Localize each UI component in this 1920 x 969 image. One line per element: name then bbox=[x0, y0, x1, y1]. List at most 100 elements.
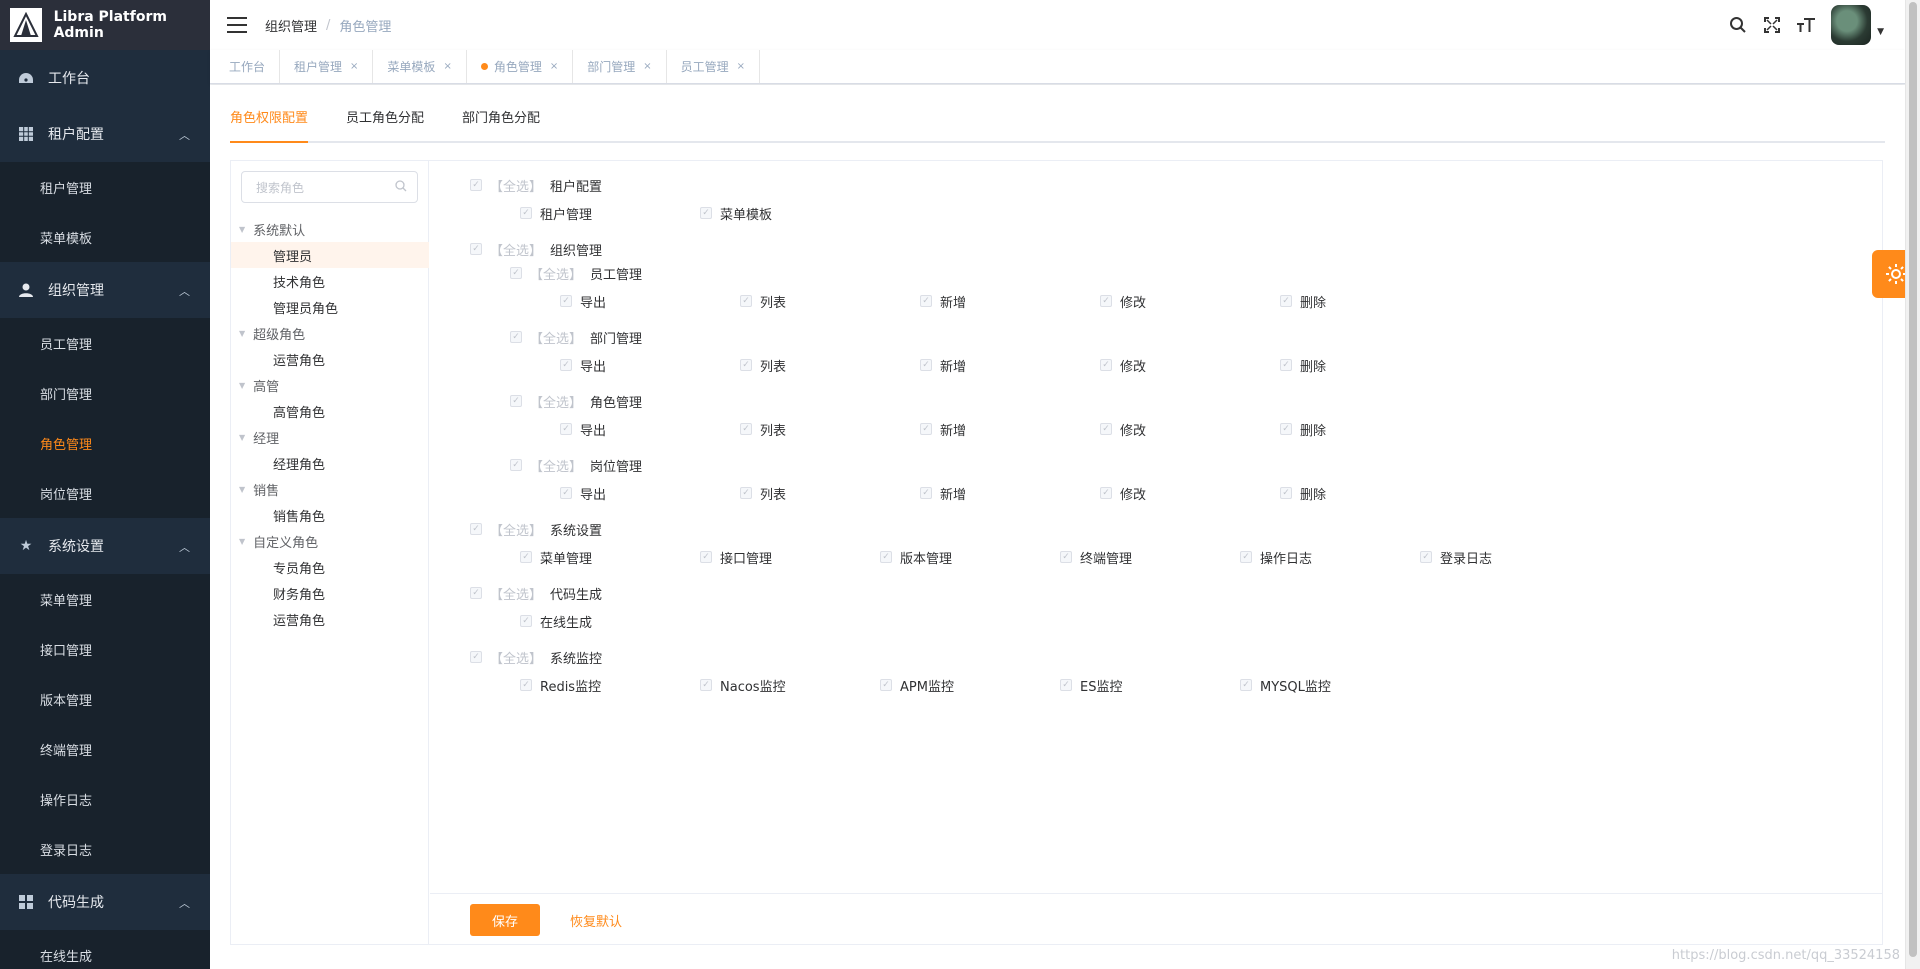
checkbox[interactable]: ✓ bbox=[1280, 359, 1292, 371]
checkbox[interactable]: ✓ bbox=[560, 423, 572, 435]
checkbox[interactable]: ✓ bbox=[920, 423, 932, 435]
checkbox[interactable]: ✓ bbox=[560, 295, 572, 307]
checkbox[interactable]: ✓ bbox=[520, 551, 532, 563]
tag-dashboard[interactable]: 工作台 bbox=[215, 50, 281, 83]
fullscreen-icon[interactable] bbox=[1761, 14, 1783, 36]
sidebar-item-position[interactable]: 岗位管理 bbox=[0, 468, 210, 518]
sidebar-group-system[interactable]: ★ 系统设置 ︿ bbox=[0, 518, 210, 574]
checkbox[interactable]: ✓ bbox=[920, 295, 932, 307]
hamburger-icon[interactable] bbox=[227, 17, 247, 33]
checkbox[interactable]: ✓ bbox=[520, 679, 532, 691]
permission-item[interactable]: ✓ 修改 bbox=[1100, 483, 1146, 503]
sidebar-item-role[interactable]: 角色管理 bbox=[0, 418, 210, 468]
tree-node-group[interactable]: ▼ 超级角色 bbox=[231, 320, 429, 346]
sidebar-item-operation-log[interactable]: 操作日志 bbox=[0, 774, 210, 824]
sidebar-item-online-gen[interactable]: 在线生成 bbox=[0, 930, 210, 969]
checkbox[interactable]: ✓ bbox=[1240, 551, 1252, 563]
permission-group[interactable]: ✓ 【全选】 组织管理 bbox=[470, 239, 602, 259]
permission-item[interactable]: ✓ ES监控 bbox=[1060, 675, 1122, 695]
permission-item[interactable]: ✓ APM监控 bbox=[880, 675, 954, 695]
close-icon[interactable]: × bbox=[443, 61, 451, 72]
sidebar-item-employee[interactable]: 员工管理 bbox=[0, 318, 210, 368]
checkbox[interactable]: ✓ bbox=[510, 331, 522, 343]
checkbox[interactable]: ✓ bbox=[1060, 679, 1072, 691]
permission-subgroup[interactable]: ✓ 【全选】 部门管理 bbox=[510, 327, 642, 347]
tag-department-manage[interactable]: 部门管理 × bbox=[573, 50, 667, 83]
permission-item[interactable]: ✓ MYSQL监控 bbox=[1240, 675, 1331, 695]
permission-subgroup[interactable]: ✓ 【全选】 员工管理 bbox=[510, 263, 642, 283]
permission-item[interactable]: ✓ 接口管理 bbox=[700, 547, 772, 567]
reset-default-button[interactable]: 恢复默认 bbox=[570, 911, 622, 930]
permission-item[interactable]: ✓ 列表 bbox=[740, 483, 786, 503]
checkbox[interactable]: ✓ bbox=[560, 359, 572, 371]
tag-role-manage[interactable]: 角色管理 × bbox=[467, 50, 574, 83]
sidebar-item-version-manage[interactable]: 版本管理 bbox=[0, 674, 210, 724]
tag-menu-template[interactable]: 菜单模板 × bbox=[373, 50, 467, 83]
checkbox[interactable]: ✓ bbox=[1100, 487, 1112, 499]
save-button[interactable]: 保存 bbox=[470, 904, 540, 936]
sidebar-group-dashboard[interactable]: 工作台 bbox=[0, 50, 210, 106]
checkbox[interactable]: ✓ bbox=[1280, 487, 1292, 499]
tree-node-role[interactable]: 销售角色 bbox=[231, 502, 429, 528]
tree-node-role[interactable]: 高管角色 bbox=[231, 398, 429, 424]
permission-item[interactable]: ✓ 删除 bbox=[1280, 419, 1326, 439]
font-size-icon[interactable] bbox=[1795, 14, 1817, 36]
permission-item[interactable]: ✓ 新增 bbox=[920, 355, 966, 375]
page-scrollbar[interactable] bbox=[1905, 0, 1920, 969]
checkbox[interactable]: ✓ bbox=[700, 207, 712, 219]
tree-node-role[interactable]: 管理员角色 bbox=[231, 294, 429, 320]
checkbox[interactable]: ✓ bbox=[1280, 423, 1292, 435]
search-input[interactable]: 搜索角色 bbox=[241, 171, 418, 203]
permission-item[interactable]: ✓ Nacos监控 bbox=[700, 675, 786, 695]
app-logo[interactable]: Libra Platform Admin bbox=[0, 0, 210, 50]
checkbox[interactable]: ✓ bbox=[470, 523, 482, 535]
permission-item[interactable]: ✓ 租户管理 bbox=[520, 203, 592, 223]
tree-node-group[interactable]: ▼ 销售 bbox=[231, 476, 429, 502]
checkbox[interactable]: ✓ bbox=[740, 423, 752, 435]
tab-department-role[interactable]: 部门角色分配 bbox=[462, 105, 540, 141]
permission-subgroup[interactable]: ✓ 【全选】 角色管理 bbox=[510, 391, 642, 411]
sidebar-item-menu-manage[interactable]: 菜单管理 bbox=[0, 574, 210, 624]
sidebar-item-terminal-manage[interactable]: 终端管理 bbox=[0, 724, 210, 774]
permission-group[interactable]: ✓ 【全选】 系统设置 bbox=[470, 519, 602, 539]
permission-item[interactable]: ✓ 版本管理 bbox=[880, 547, 952, 567]
permission-group[interactable]: ✓ 【全选】 租户配置 bbox=[470, 175, 602, 195]
permission-item[interactable]: ✓ 新增 bbox=[920, 483, 966, 503]
checkbox[interactable]: ✓ bbox=[1100, 423, 1112, 435]
permission-item[interactable]: ✓ 操作日志 bbox=[1240, 547, 1312, 567]
avatar[interactable] bbox=[1831, 5, 1872, 45]
sidebar-group-org[interactable]: 组织管理 ︿ bbox=[0, 262, 210, 318]
checkbox[interactable]: ✓ bbox=[880, 679, 892, 691]
checkbox[interactable]: ✓ bbox=[1240, 679, 1252, 691]
checkbox[interactable]: ✓ bbox=[1420, 551, 1432, 563]
permission-item[interactable]: ✓ 导出 bbox=[560, 291, 606, 311]
permission-item[interactable]: ✓ 在线生成 bbox=[520, 611, 592, 631]
close-icon[interactable]: × bbox=[737, 61, 745, 72]
permission-item[interactable]: ✓ 新增 bbox=[920, 419, 966, 439]
checkbox[interactable]: ✓ bbox=[470, 243, 482, 255]
checkbox[interactable]: ✓ bbox=[920, 487, 932, 499]
tree-node-role[interactable]: 运营角色 bbox=[231, 606, 429, 632]
permission-item[interactable]: ✓ 新增 bbox=[920, 291, 966, 311]
sidebar-item-menu-template[interactable]: 菜单模板 bbox=[0, 212, 210, 262]
checkbox[interactable]: ✓ bbox=[740, 359, 752, 371]
tree-node-role[interactable]: 运营角色 bbox=[231, 346, 429, 372]
close-icon[interactable]: × bbox=[643, 61, 651, 72]
checkbox[interactable]: ✓ bbox=[510, 459, 522, 471]
close-icon[interactable]: × bbox=[350, 61, 358, 72]
permission-group[interactable]: ✓ 【全选】 系统监控 bbox=[470, 647, 602, 667]
permission-item[interactable]: ✓ 导出 bbox=[560, 419, 606, 439]
permission-item[interactable]: ✓ 导出 bbox=[560, 355, 606, 375]
checkbox[interactable]: ✓ bbox=[1060, 551, 1072, 563]
checkbox[interactable]: ✓ bbox=[560, 487, 572, 499]
checkbox[interactable]: ✓ bbox=[700, 551, 712, 563]
permission-item[interactable]: ✓ 修改 bbox=[1100, 419, 1146, 439]
permission-item[interactable]: ✓ 删除 bbox=[1280, 291, 1326, 311]
permission-item[interactable]: ✓ 删除 bbox=[1280, 355, 1326, 375]
permission-item[interactable]: ✓ Redis监控 bbox=[520, 675, 601, 695]
checkbox[interactable]: ✓ bbox=[510, 267, 522, 279]
permission-item[interactable]: ✓ 列表 bbox=[740, 291, 786, 311]
tree-node-group[interactable]: ▼ 系统默认 bbox=[231, 216, 429, 242]
checkbox[interactable]: ✓ bbox=[700, 679, 712, 691]
checkbox[interactable]: ✓ bbox=[510, 395, 522, 407]
